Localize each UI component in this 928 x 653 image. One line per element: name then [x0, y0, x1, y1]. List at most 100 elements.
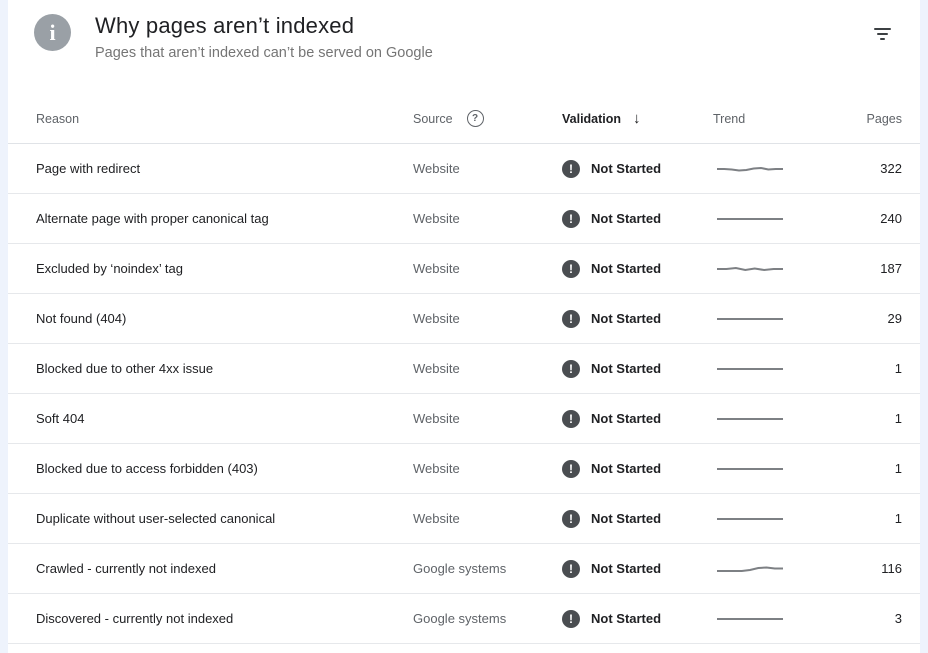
- header-titles: Why pages aren’t indexed Pages that aren…: [95, 12, 433, 61]
- table-row[interactable]: Crawled - currently not indexed Google s…: [8, 544, 920, 594]
- validation-cell: ! Not Started: [562, 260, 713, 278]
- page-subtitle: Pages that aren’t indexed can’t be serve…: [95, 45, 433, 61]
- column-header-trend[interactable]: Trend: [713, 112, 843, 126]
- source-cell: Website: [413, 361, 562, 376]
- trend-sparkline: [717, 409, 783, 429]
- table-body: Page with redirect Website ! Not Started…: [8, 144, 920, 644]
- validation-cell: ! Not Started: [562, 510, 713, 528]
- reason-cell: Soft 404: [36, 411, 413, 426]
- validation-status-label: Not Started: [591, 561, 661, 576]
- exclamation-glyph: !: [569, 563, 573, 575]
- pages-cell: 1: [843, 361, 902, 376]
- pages-cell: 187: [843, 261, 902, 276]
- validation-status-label: Not Started: [591, 611, 661, 626]
- trend-cell: [713, 409, 843, 429]
- reason-cell: Alternate page with proper canonical tag: [36, 211, 413, 226]
- source-cell: Website: [413, 261, 562, 276]
- reason-cell: Blocked due to other 4xx issue: [36, 361, 413, 376]
- table-row[interactable]: Blocked due to access forbidden (403) We…: [8, 444, 920, 494]
- validation-status-icon: !: [562, 460, 580, 478]
- validation-cell: ! Not Started: [562, 310, 713, 328]
- pages-cell: 1: [843, 461, 902, 476]
- filter-icon: [880, 38, 885, 40]
- source-cell: Website: [413, 411, 562, 426]
- source-cell: Google systems: [413, 611, 562, 626]
- page-header: i Why pages aren’t indexed Pages that ar…: [8, 0, 920, 94]
- reason-cell: Not found (404): [36, 311, 413, 326]
- trend-sparkline: [717, 559, 783, 579]
- pages-cell: 116: [843, 561, 902, 576]
- exclamation-glyph: !: [569, 463, 573, 475]
- exclamation-glyph: !: [569, 313, 573, 325]
- table-row[interactable]: Alternate page with proper canonical tag…: [8, 194, 920, 244]
- help-icon-glyph: ?: [472, 114, 478, 124]
- reason-cell: Duplicate without user-selected canonica…: [36, 511, 413, 526]
- validation-status-label: Not Started: [591, 511, 661, 526]
- trend-cell: [713, 309, 843, 329]
- validation-status-label: Not Started: [591, 211, 661, 226]
- pages-cell: 322: [843, 161, 902, 176]
- pages-cell: 3: [843, 611, 902, 626]
- source-cell: Website: [413, 311, 562, 326]
- filter-icon: [874, 28, 891, 30]
- info-icon: i: [34, 14, 71, 51]
- trend-cell: [713, 509, 843, 529]
- reason-cell: Blocked due to access forbidden (403): [36, 461, 413, 476]
- column-header-source[interactable]: Source ?: [413, 110, 562, 127]
- exclamation-glyph: !: [569, 263, 573, 275]
- indexing-report-card: i Why pages aren’t indexed Pages that ar…: [8, 0, 920, 653]
- source-cell: Website: [413, 161, 562, 176]
- validation-status-icon: !: [562, 360, 580, 378]
- exclamation-glyph: !: [569, 613, 573, 625]
- trend-cell: [713, 359, 843, 379]
- validation-cell: ! Not Started: [562, 610, 713, 628]
- validation-status-icon: !: [562, 410, 580, 428]
- filter-button[interactable]: [870, 22, 894, 46]
- exclamation-glyph: !: [569, 413, 573, 425]
- column-header-reason[interactable]: Reason: [36, 112, 413, 126]
- table-header-row: Reason Source ? Validation ↓ Trend Pages: [8, 94, 920, 144]
- validation-status-icon: !: [562, 560, 580, 578]
- table-row[interactable]: Page with redirect Website ! Not Started…: [8, 144, 920, 194]
- trend-sparkline: [717, 509, 783, 529]
- source-cell: Website: [413, 511, 562, 526]
- table-row[interactable]: Soft 404 Website ! Not Started 1: [8, 394, 920, 444]
- validation-cell: ! Not Started: [562, 360, 713, 378]
- reason-cell: Excluded by ‘noindex’ tag: [36, 261, 413, 276]
- table-row[interactable]: Discovered - currently not indexed Googl…: [8, 594, 920, 644]
- validation-status-label: Not Started: [591, 361, 661, 376]
- validation-status-icon: !: [562, 610, 580, 628]
- trend-cell: [713, 159, 843, 179]
- info-icon-glyph: i: [49, 22, 55, 44]
- table-row[interactable]: Duplicate without user-selected canonica…: [8, 494, 920, 544]
- validation-status-icon: !: [562, 310, 580, 328]
- validation-status-icon: !: [562, 510, 580, 528]
- exclamation-glyph: !: [569, 363, 573, 375]
- column-header-pages[interactable]: Pages: [843, 112, 902, 126]
- source-cell: Website: [413, 211, 562, 226]
- trend-cell: [713, 459, 843, 479]
- exclamation-glyph: !: [569, 513, 573, 525]
- sort-desc-icon: ↓: [633, 110, 641, 127]
- validation-cell: ! Not Started: [562, 410, 713, 428]
- column-header-validation-label: Validation: [562, 112, 621, 126]
- trend-sparkline: [717, 309, 783, 329]
- table-row[interactable]: Excluded by ‘noindex’ tag Website ! Not …: [8, 244, 920, 294]
- trend-cell: [713, 259, 843, 279]
- validation-status-icon: !: [562, 210, 580, 228]
- trend-sparkline: [717, 209, 783, 229]
- reason-cell: Discovered - currently not indexed: [36, 611, 413, 626]
- table-row[interactable]: Blocked due to other 4xx issue Website !…: [8, 344, 920, 394]
- trend-cell: [713, 209, 843, 229]
- source-help-icon[interactable]: ?: [467, 110, 484, 127]
- column-header-trend-label: Trend: [713, 112, 745, 126]
- column-header-pages-label: Pages: [867, 112, 902, 126]
- pages-cell: 29: [843, 311, 902, 326]
- trend-sparkline: [717, 159, 783, 179]
- validation-cell: ! Not Started: [562, 460, 713, 478]
- validation-status-icon: !: [562, 260, 580, 278]
- table-row[interactable]: Not found (404) Website ! Not Started 29: [8, 294, 920, 344]
- validation-cell: ! Not Started: [562, 210, 713, 228]
- column-header-validation[interactable]: Validation ↓: [562, 110, 713, 127]
- trend-cell: [713, 559, 843, 579]
